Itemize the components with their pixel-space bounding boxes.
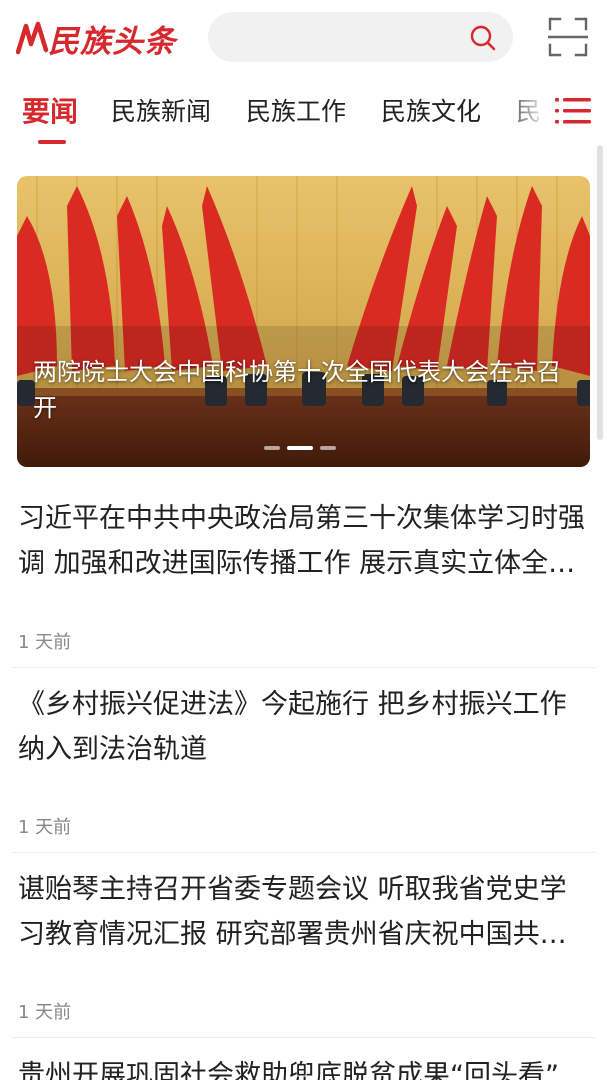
news-title[interactable]: 谌贻琴主持召开省委专题会议 听取我省党史学习教育情况汇报 研究部署贵州省庆祝中国… [18,867,593,957]
carousel-dot-active[interactable] [287,446,313,450]
logo-mark-icon [16,21,49,55]
search-input[interactable] [208,12,513,62]
app-header: 民族头条 [0,0,607,78]
news-title[interactable]: 贵州开展巩固社会救助兜底脱贫成果“回头看” [18,1053,593,1080]
news-title[interactable]: 习近平在中共中央政治局第三十次集体学习时强调 加强和改进国际传播工作 展示真实立… [18,496,593,586]
tabs-fade [500,80,556,142]
carousel-dot[interactable] [264,446,280,450]
scrollbar[interactable] [597,145,603,440]
tab-ethnic-culture[interactable]: 民族文化 [381,92,481,128]
news-title[interactable]: 《乡村振兴促进法》今起施行 把乡村振兴工作纳入到法治轨道 [18,682,593,772]
logo-text: 民族头条 [48,23,176,60]
divider [12,852,595,853]
divider [12,1037,595,1038]
tab-ethnic-news[interactable]: 民族新闻 [111,92,211,128]
menu-icon[interactable] [555,96,591,126]
tab-headlines[interactable]: 要闻 [22,90,78,130]
featured-banner[interactable]: 两院院士大会中国科协第十次全国代表大会在京召开 [17,176,590,467]
banner-title: 两院院士大会中国科协第十次全国代表大会在京召开 [33,358,561,422]
divider [12,667,595,668]
category-tabs: 要闻 民族新闻 民族工作 民族文化 民 [0,80,607,144]
search-icon[interactable] [469,24,497,52]
carousel-dot[interactable] [320,446,336,450]
active-tab-indicator [38,140,66,144]
tab-ethnic-work[interactable]: 民族工作 [246,92,346,128]
carousel-indicator [264,446,336,450]
news-time: 1 天前 [18,632,72,653]
scan-icon[interactable] [548,17,588,57]
news-time: 1 天前 [18,817,72,838]
app-logo[interactable]: 民族头条 [16,18,176,60]
news-time: 1 天前 [18,1002,72,1023]
